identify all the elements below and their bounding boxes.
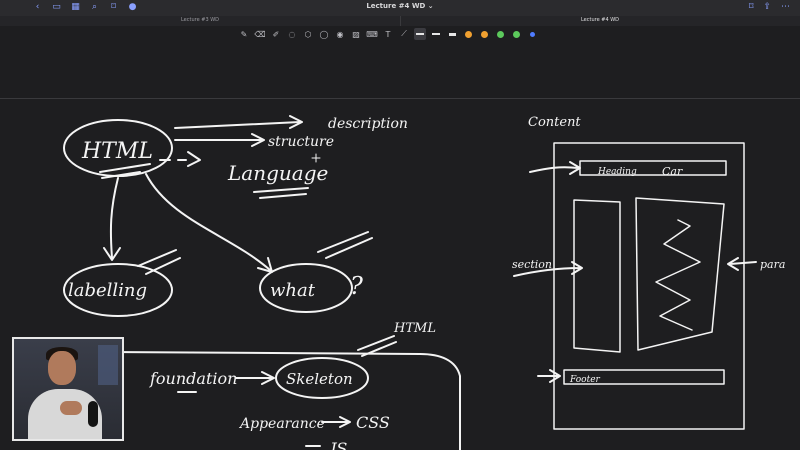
note-description: description	[328, 116, 408, 132]
para-zigzag	[655, 219, 701, 331]
note-question: ?	[350, 272, 363, 300]
arrow-structure	[174, 133, 265, 147]
arrow-heading	[529, 161, 581, 175]
arrow-para	[727, 257, 757, 271]
background-monitor	[98, 345, 118, 385]
note-js: JS	[327, 439, 347, 450]
labelling-marks	[137, 249, 181, 275]
note-html-small: HTML	[393, 321, 436, 336]
arrow-css	[321, 416, 351, 428]
note-content: Content	[528, 115, 581, 130]
presenter-hands	[60, 401, 82, 415]
arrow-description	[174, 115, 303, 129]
note-structure: structure	[268, 134, 334, 150]
note-skeleton: Skeleton	[286, 370, 353, 388]
note-appearance: Appearance	[238, 416, 325, 432]
note-foundation: foundation	[149, 369, 237, 388]
what-marks	[317, 231, 373, 259]
note-heading: Heading	[597, 167, 637, 177]
note-labelling: labelling	[68, 280, 147, 301]
note-css: CSS	[356, 413, 390, 432]
arrow-labelling	[103, 177, 121, 261]
arrow-skeleton	[235, 371, 275, 385]
webcam-overlay[interactable]	[12, 337, 124, 441]
section-box	[573, 199, 621, 353]
note-section: section	[512, 258, 552, 271]
note-car: Car	[662, 165, 683, 178]
note-para: para	[760, 258, 785, 271]
note-what: what	[270, 280, 316, 301]
arrow-what	[145, 173, 273, 273]
presenter-face	[48, 351, 76, 385]
arrow-language	[159, 151, 201, 167]
microphone-icon	[88, 401, 98, 427]
note-language: Language	[227, 161, 328, 185]
page-box	[553, 142, 745, 430]
note-html: HTML	[81, 139, 153, 164]
arrow-footer	[537, 369, 561, 383]
language-underline	[253, 187, 309, 199]
note-footer: Footer	[569, 375, 601, 385]
